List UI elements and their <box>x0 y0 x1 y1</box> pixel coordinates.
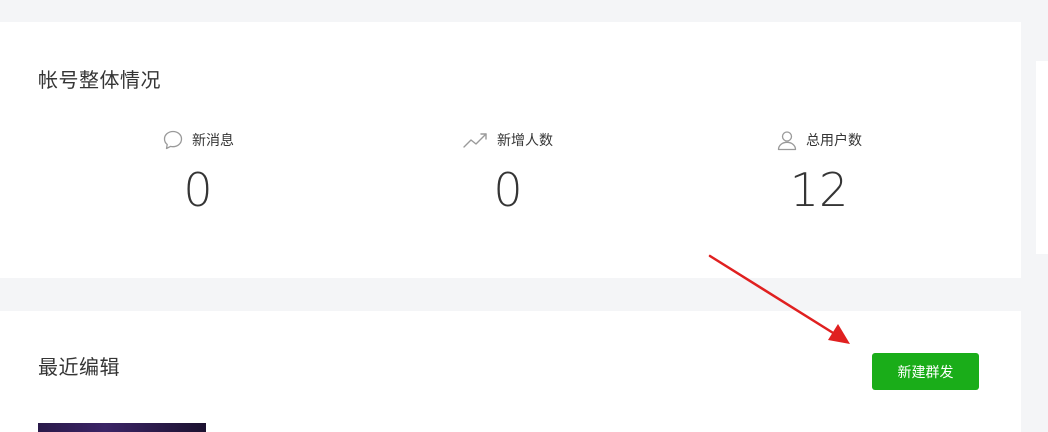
chat-bubble-icon <box>163 130 183 150</box>
account-overview-card: 帐号整体情况 新消息 0 新增人数 0 总用户数 12 <box>0 22 1021 278</box>
stat-total-users-value: 12 <box>789 163 849 217</box>
stat-total-users-label: 总用户数 <box>806 132 862 148</box>
trend-up-icon <box>463 133 487 148</box>
stat-new-followers-value: 0 <box>493 163 523 217</box>
annotation-arrow-icon <box>708 254 850 344</box>
stat-new-followers-label: 新增人数 <box>497 132 553 148</box>
new-broadcast-button[interactable]: 新建群发 <box>872 353 979 390</box>
side-panel <box>1036 61 1048 254</box>
stat-new-followers: 新增人数 0 <box>398 128 618 218</box>
stat-total-users: 总用户数 12 <box>709 128 929 218</box>
stat-new-messages-label: 新消息 <box>192 132 234 148</box>
recent-edits-card: 最近编辑 新建群发 <box>0 311 1021 432</box>
user-icon <box>777 131 797 151</box>
recent-edits-title: 最近编辑 <box>38 357 120 379</box>
recent-article-thumbnail[interactable] <box>38 423 206 432</box>
stat-new-messages: 新消息 0 <box>88 128 308 218</box>
stat-new-messages-value: 0 <box>183 163 213 217</box>
overview-title: 帐号整体情况 <box>38 70 161 92</box>
